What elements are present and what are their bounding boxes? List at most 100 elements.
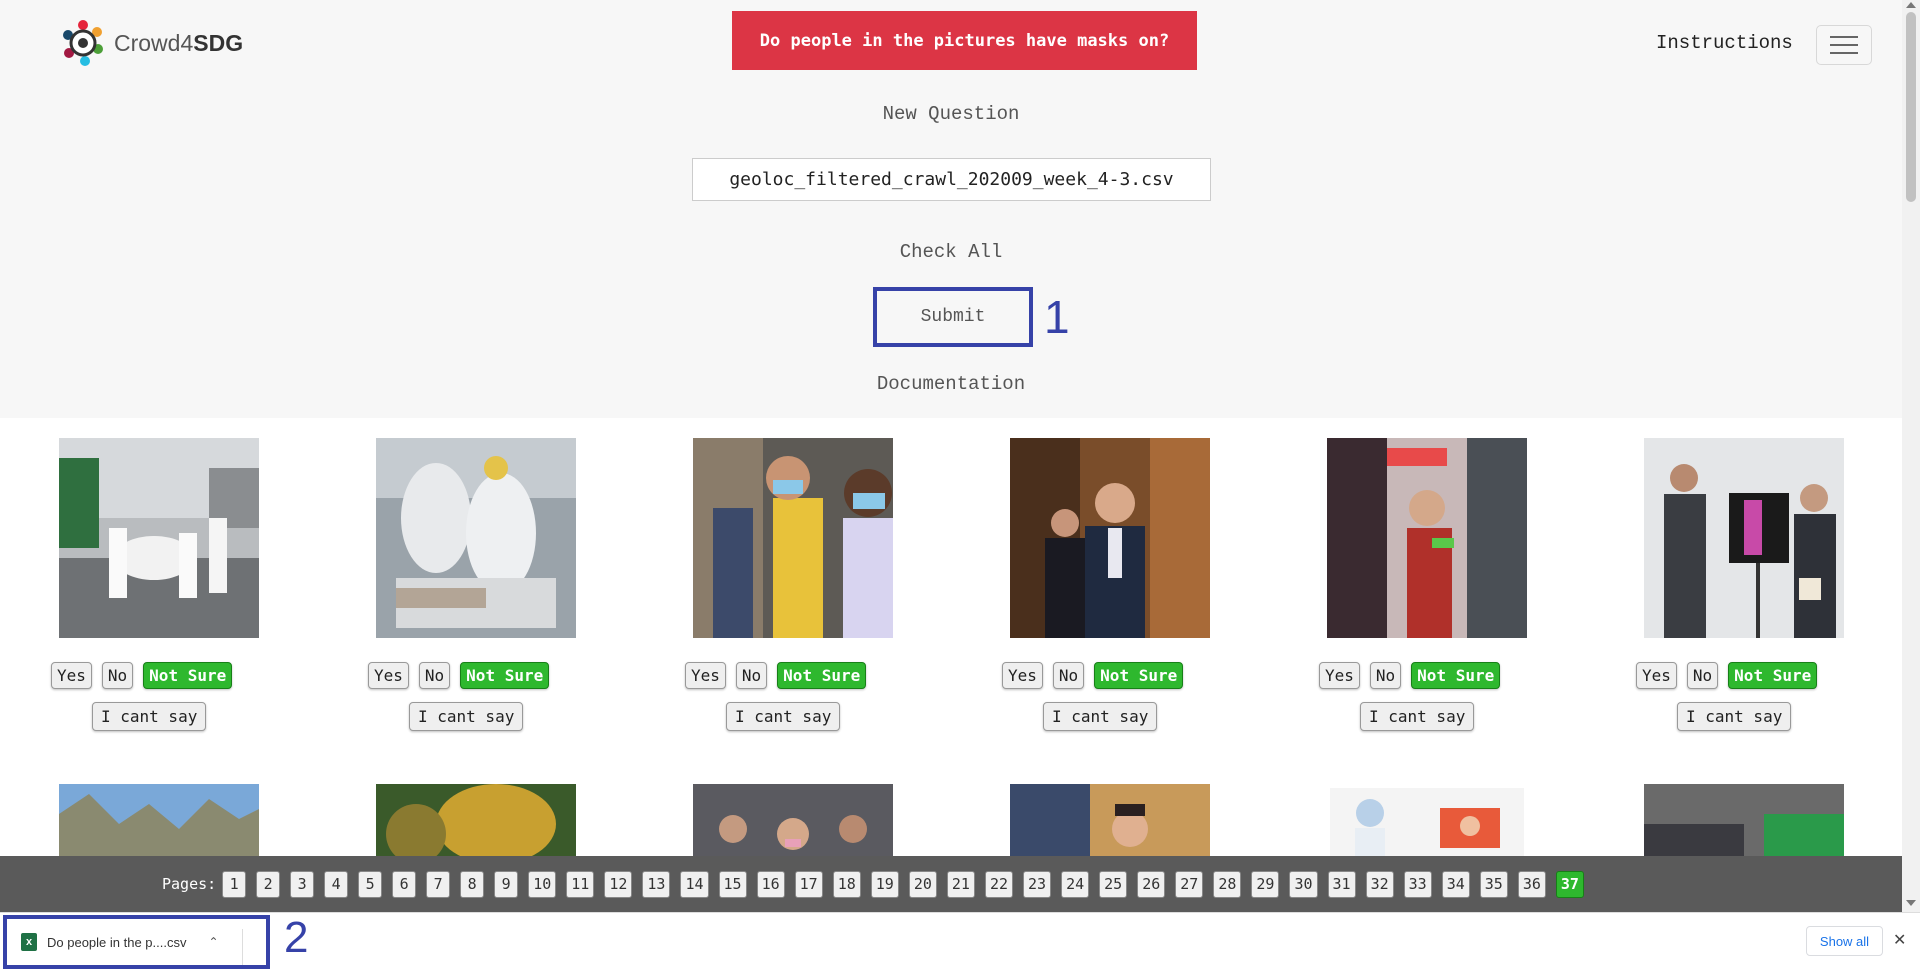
image-grid: Yes No Not Sure I cant say Yes No Not Su… — [0, 418, 1902, 858]
page-button[interactable]: 36 — [1517, 870, 1546, 898]
page-button[interactable]: 35 — [1479, 870, 1508, 898]
page-button[interactable]: 19 — [870, 870, 899, 898]
cant-say-button[interactable]: I cant say — [1043, 702, 1158, 731]
image-card — [1327, 438, 1527, 642]
page-button[interactable]: 34 — [1441, 870, 1470, 898]
page-button[interactable]: 15 — [718, 870, 747, 898]
page-button[interactable]: 11 — [566, 870, 595, 898]
yes-button[interactable]: Yes — [1002, 662, 1043, 689]
page-button[interactable]: 25 — [1099, 870, 1128, 898]
logo-text: Crowd4SDG — [114, 29, 244, 56]
page-button[interactable]: 22 — [984, 870, 1013, 898]
answer-buttons: Yes No Not Sure — [1319, 662, 1501, 689]
image-thumbnail — [693, 438, 893, 638]
no-button[interactable]: No — [418, 662, 451, 689]
page-button[interactable]: 17 — [794, 870, 823, 898]
page-button[interactable]: 1 — [222, 870, 247, 898]
show-all-button[interactable]: Show all — [1806, 926, 1883, 956]
page-button[interactable]: 16 — [756, 870, 785, 898]
pages-label: Pages: — [162, 875, 217, 893]
page-button[interactable]: 24 — [1061, 870, 1090, 898]
not-sure-button[interactable]: Not Sure — [1728, 662, 1818, 689]
cant-say-button[interactable]: I cant say — [409, 702, 524, 731]
page-button[interactable]: 13 — [642, 870, 671, 898]
page-button[interactable]: 8 — [460, 870, 485, 898]
page-button[interactable]: 3 — [290, 870, 315, 898]
yes-button[interactable]: Yes — [1636, 662, 1677, 689]
image-card — [1644, 438, 1844, 642]
cant-say-button[interactable]: I cant say — [726, 702, 841, 731]
question-banner: Do people in the pictures have masks on? — [732, 11, 1197, 70]
page-button[interactable]: 7 — [426, 870, 451, 898]
cant-say-button[interactable]: I cant say — [1360, 702, 1475, 731]
image-thumbnail — [1330, 788, 1524, 858]
answer-buttons: Yes No Not Sure — [1002, 662, 1184, 689]
page-button[interactable]: 21 — [946, 870, 975, 898]
cant-say-button[interactable]: I cant say — [92, 702, 207, 731]
page-button[interactable]: 27 — [1175, 870, 1204, 898]
not-sure-button[interactable]: Not Sure — [143, 662, 233, 689]
vertical-scrollbar[interactable] — [1902, 0, 1920, 912]
close-icon[interactable]: ✕ — [1893, 930, 1906, 949]
hamburger-icon[interactable] — [1816, 25, 1872, 65]
page-button[interactable]: 31 — [1327, 870, 1356, 898]
not-sure-button[interactable]: Not Sure — [1411, 662, 1501, 689]
image-thumbnail — [59, 438, 259, 638]
page-button[interactable]: 6 — [392, 870, 417, 898]
cant-say-button[interactable]: I cant say — [1677, 702, 1792, 731]
file-name-display[interactable]: geoloc_filtered_crawl_202009_week_4-3.cs… — [692, 158, 1211, 201]
answer-buttons: Yes No Not Sure — [1636, 662, 1818, 689]
answer-buttons: Yes No Not Sure — [368, 662, 550, 689]
instructions-link[interactable]: Instructions — [1656, 32, 1793, 54]
page-button[interactable]: 14 — [680, 870, 709, 898]
no-button[interactable]: No — [735, 662, 768, 689]
yes-button[interactable]: Yes — [368, 662, 409, 689]
page-button[interactable]: 5 — [358, 870, 383, 898]
no-button[interactable]: No — [1686, 662, 1719, 689]
not-sure-button[interactable]: Not Sure — [1094, 662, 1184, 689]
image-card — [59, 438, 259, 642]
page-button[interactable]: 2 — [256, 870, 281, 898]
page-button[interactable]: 4 — [324, 870, 349, 898]
not-sure-button[interactable]: Not Sure — [777, 662, 867, 689]
no-button[interactable]: No — [101, 662, 134, 689]
page-button[interactable]: 30 — [1289, 870, 1318, 898]
page-button[interactable]: 32 — [1365, 870, 1394, 898]
page-button[interactable]: 29 — [1251, 870, 1280, 898]
no-button[interactable]: No — [1369, 662, 1402, 689]
image-thumbnail — [1644, 784, 1844, 858]
chevron-up-icon[interactable]: ⌃ — [208, 935, 218, 949]
scroll-down-arrow-icon[interactable] — [1906, 900, 1916, 906]
no-button[interactable]: No — [1052, 662, 1085, 689]
submit-button[interactable]: Submit — [873, 287, 1033, 347]
new-question-link[interactable]: New Question — [0, 103, 1902, 125]
scroll-thumb[interactable] — [1906, 12, 1916, 202]
image-thumbnail — [1644, 438, 1844, 638]
image-card — [693, 438, 893, 642]
check-all-link[interactable]: Check All — [0, 241, 1902, 263]
not-sure-button[interactable]: Not Sure — [460, 662, 550, 689]
page-button[interactable]: 9 — [494, 870, 519, 898]
page-button[interactable]: 28 — [1213, 870, 1242, 898]
documentation-link[interactable]: Documentation — [0, 373, 1902, 395]
annotation-number-1: 1 — [1044, 291, 1070, 343]
page-button[interactable]: 18 — [832, 870, 861, 898]
answer-buttons: Yes No Not Sure — [51, 662, 233, 689]
yes-button[interactable]: Yes — [51, 662, 92, 689]
page-button[interactable]: 23 — [1023, 870, 1052, 898]
yes-button[interactable]: Yes — [1319, 662, 1360, 689]
page-button[interactable]: 10 — [528, 870, 557, 898]
scroll-up-arrow-icon[interactable] — [1906, 2, 1916, 8]
page-button[interactable]: 26 — [1137, 870, 1166, 898]
page-button[interactable]: 33 — [1403, 870, 1432, 898]
page-button[interactable]: 12 — [604, 870, 633, 898]
page-button[interactable]: 37 — [1555, 870, 1584, 898]
image-thumbnail — [1010, 784, 1210, 858]
page-button[interactable]: 20 — [908, 870, 937, 898]
download-item[interactable]: x Do people in the p....csv ⌃ — [3, 915, 270, 969]
download-item-divider — [242, 929, 243, 965]
crowd4sdg-logo[interactable]: Crowd4SDG — [60, 18, 243, 68]
image-card — [1010, 438, 1210, 642]
yes-button[interactable]: Yes — [685, 662, 726, 689]
image-thumbnail — [1010, 438, 1210, 638]
